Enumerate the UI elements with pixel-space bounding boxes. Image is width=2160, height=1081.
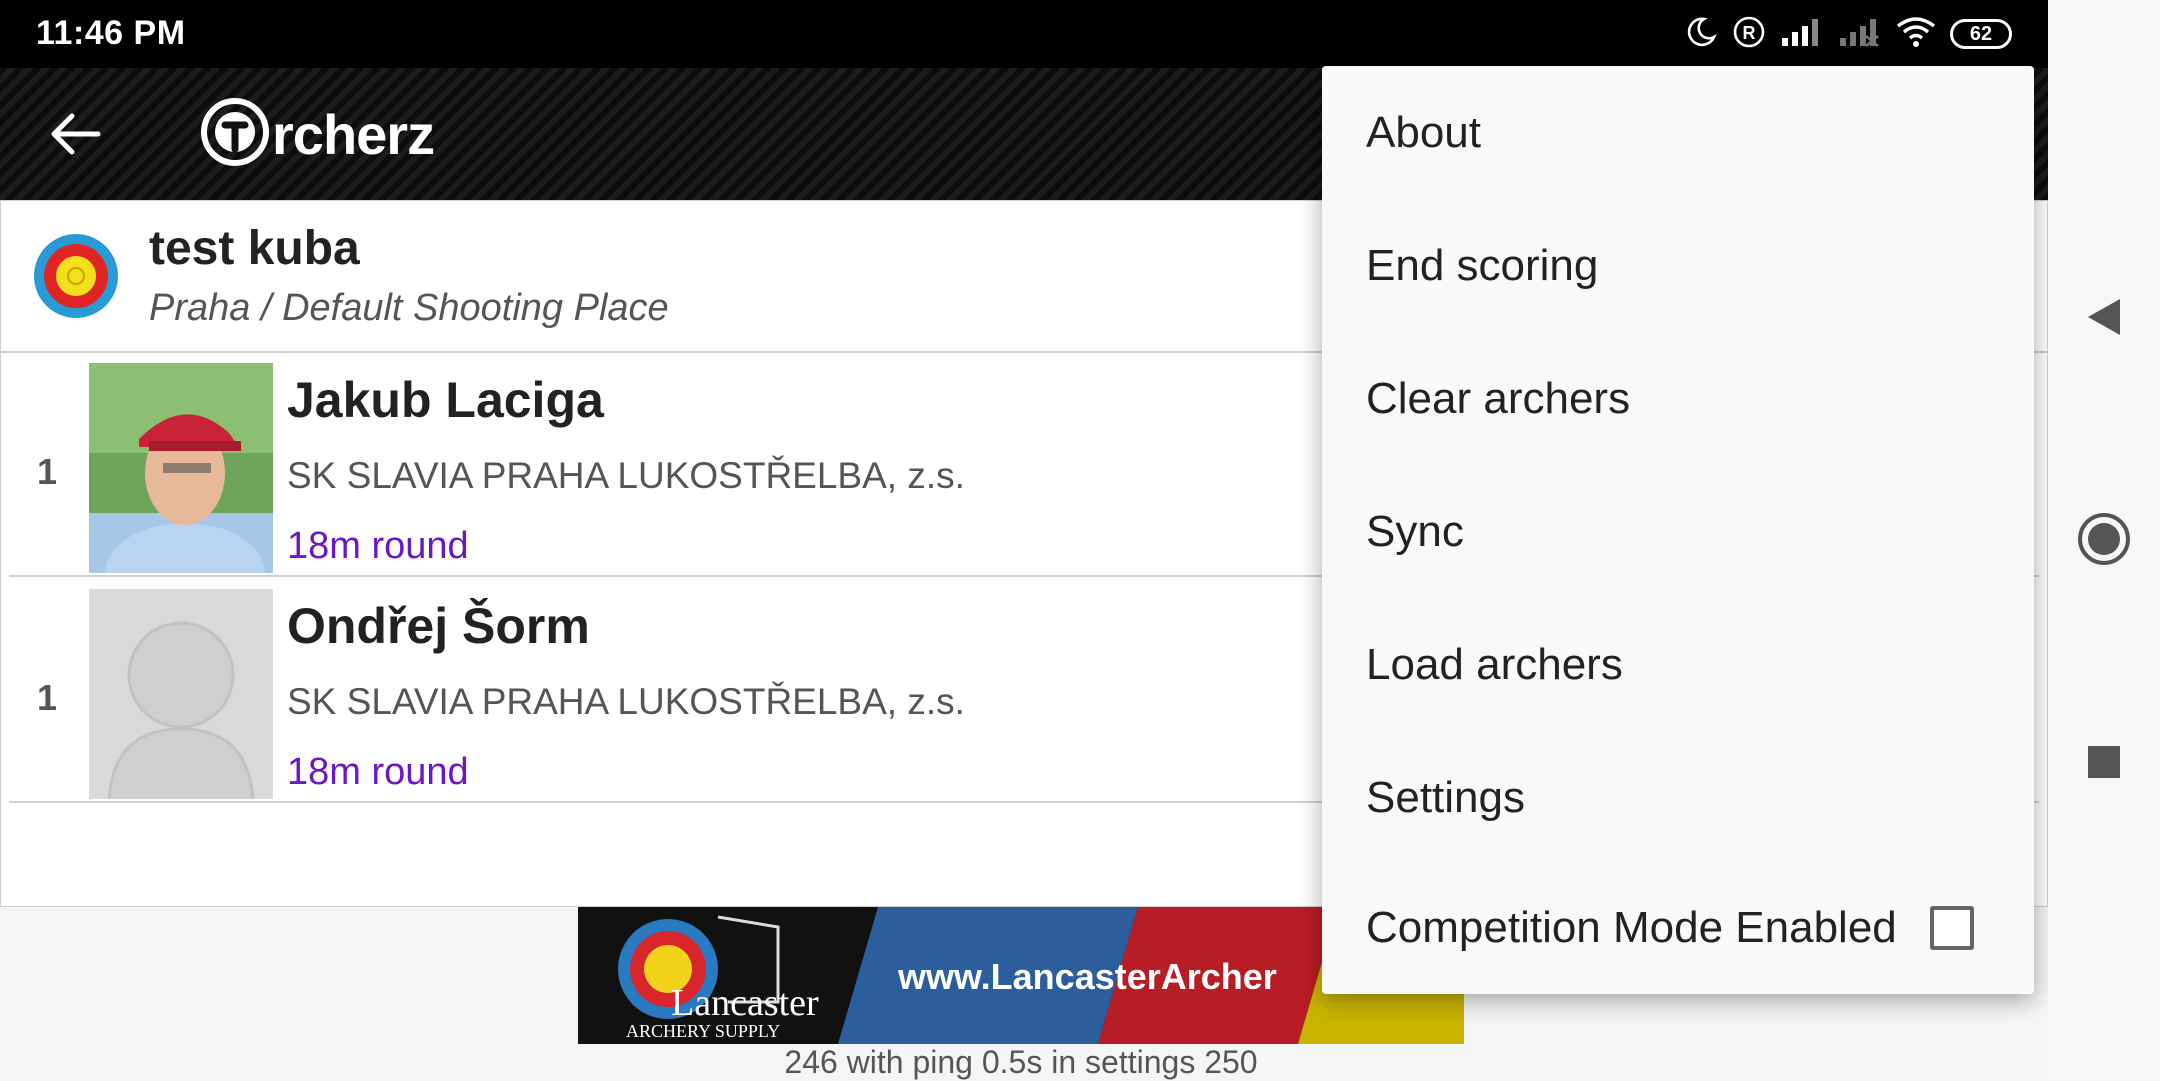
archer-name: Ondřej Šorm [287,598,590,654]
competition-mode-checkbox[interactable] [1930,905,1974,950]
archer-rank: 1 [37,451,58,492]
system-nav-bar [2048,0,2160,1080]
nav-home-button[interactable] [2068,505,2140,577]
logo-target-icon [200,97,270,172]
menu-item-sync[interactable]: Sync [1322,465,2034,598]
overflow-menu: About End scoring Clear archers Sync Loa… [1322,66,2034,994]
circle-home-icon [2076,511,2132,572]
square-recents-icon [2086,744,2122,785]
ad-footer-text: 246 with ping 0.5s in settings 250 [784,1044,1258,1080]
menu-item-load-archers[interactable]: Load archers [1322,598,2034,731]
menu-item-about[interactable]: About [1322,66,2034,199]
nav-recents-button[interactable] [2068,728,2140,800]
archer-club: SK SLAVIA PRAHA LUKOSTŘELBA, z.s. [287,455,965,496]
archer-name: Jakub Laciga [287,372,604,428]
competition-mode-label: Competition Mode Enabled [1366,902,1897,952]
battery-icon: 62 [1950,19,2012,49]
arrow-left-icon [50,112,102,161]
target-icon [33,233,119,324]
moon-icon [1684,15,1718,54]
signal-off-icon [1838,16,1882,53]
status-icons: R 62 [1684,12,2012,56]
wifi-icon [1896,16,1936,53]
archer-rank: 1 [37,677,58,718]
archerz-logo: rcherz [200,97,435,172]
ad-brand-subtitle: ARCHERY SUPPLY [626,1021,780,1041]
archer-round: 18m round [287,751,469,793]
avatar-placeholder [89,589,273,799]
menu-item-end-scoring[interactable]: End scoring [1322,199,2034,332]
event-name: test kuba [149,222,360,275]
triangle-back-icon [2084,295,2124,344]
nav-back-button[interactable] [2068,283,2140,355]
ad-brand-name: Lancaster [671,982,819,1024]
status-time: 11:46 PM [36,14,186,52]
ad-url: www.LancasterArcher [897,956,1277,997]
menu-item-competition-mode[interactable]: Competition Mode Enabled [1322,861,2034,994]
logo-text: rcherz [272,102,435,166]
svg-text:R: R [1743,23,1756,43]
signal-icon [1780,16,1824,53]
menu-item-settings[interactable]: Settings [1322,731,2034,864]
registered-icon: R [1732,15,1766,54]
event-place: Praha / Default Shooting Place [149,287,669,329]
archer-round: 18m round [287,525,469,567]
menu-item-clear-archers[interactable]: Clear archers [1322,332,2034,465]
back-button[interactable] [36,96,116,176]
archer-club: SK SLAVIA PRAHA LUKOSTŘELBA, z.s. [287,681,965,722]
battery-level: 62 [1969,22,1993,45]
archer-photo [89,363,273,573]
status-bar: 11:46 PM R 62 [0,0,2048,68]
